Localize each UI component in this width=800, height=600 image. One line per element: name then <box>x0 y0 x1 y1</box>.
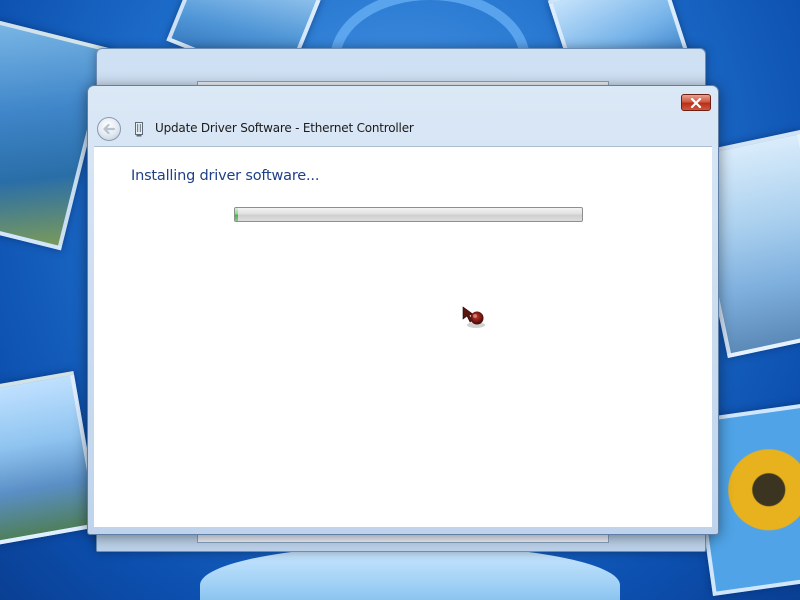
install-progress-bar <box>234 207 583 222</box>
installing-heading: Installing driver software... <box>131 168 320 184</box>
update-driver-dialog: Update Driver Software - Ethernet Contro… <box>87 85 719 535</box>
network-device-icon <box>135 122 143 137</box>
dialog-title: Update Driver Software - Ethernet Contro… <box>155 121 414 135</box>
back-arrow-icon <box>103 123 116 135</box>
wallpaper-figure <box>200 545 620 600</box>
wallpaper-photo <box>0 370 101 548</box>
close-icon <box>690 97 702 108</box>
desktop: Update Driver Software - Ethernet Contro… <box>0 0 800 600</box>
back-button[interactable] <box>97 117 121 141</box>
content-pane: Installing driver software... <box>94 146 712 527</box>
close-button[interactable] <box>681 94 711 111</box>
install-progress-fill <box>235 208 239 221</box>
busy-cursor-icon <box>462 306 485 328</box>
